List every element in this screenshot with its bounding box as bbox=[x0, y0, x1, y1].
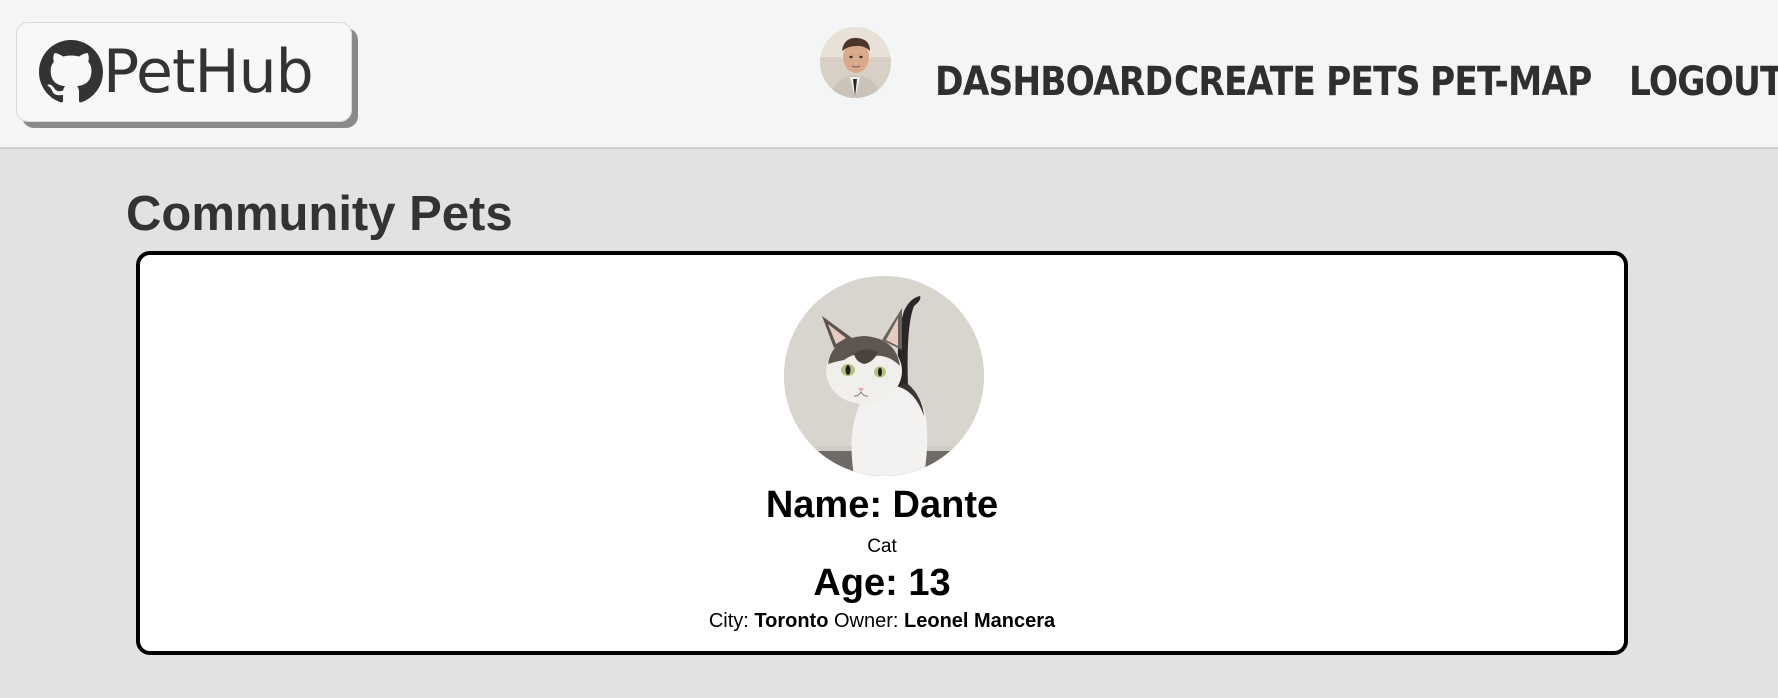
pethub-logo-link[interactable]: PetHub bbox=[16, 22, 352, 122]
pet-photo-image bbox=[784, 276, 984, 476]
pet-owner: Leonel Mancera bbox=[904, 610, 1056, 632]
pet-photo bbox=[784, 276, 984, 476]
pet-city: Toronto bbox=[754, 610, 829, 632]
user-avatar[interactable] bbox=[820, 27, 891, 98]
pet-meta: City: Toronto Owner: Leonel Mancera bbox=[140, 608, 1624, 634]
user-avatar-image bbox=[820, 27, 891, 98]
pet-species: Cat bbox=[867, 536, 897, 557]
owner-label: Owner: bbox=[833, 610, 899, 632]
pet-card: Name: Dante Cat Age: 13 City: Toronto Ow… bbox=[136, 251, 1628, 655]
nav-logout[interactable]: LOGOUT bbox=[1629, 58, 1778, 106]
pet-age: Age: 13 bbox=[813, 562, 951, 604]
nav-dashboard[interactable]: DASHBOARD bbox=[935, 58, 1173, 106]
github-icon bbox=[39, 40, 103, 103]
top-navbar: PetHub DASHBOARD CREATE PETS PET-MAP LOG… bbox=[0, 0, 1778, 149]
page-title: Community Pets bbox=[126, 187, 513, 241]
nav-pet-map[interactable]: PET-MAP bbox=[1430, 58, 1592, 106]
nav-create-pets[interactable]: CREATE PETS bbox=[1174, 58, 1420, 106]
pet-name: Name: Dante bbox=[765, 484, 999, 526]
logo-text: PetHub bbox=[103, 37, 314, 107]
city-label: City: bbox=[708, 610, 749, 632]
